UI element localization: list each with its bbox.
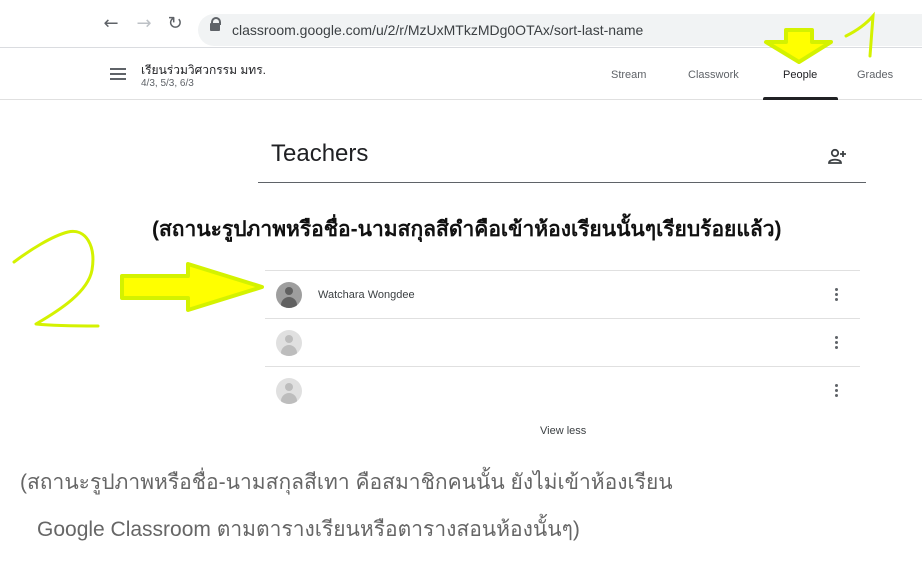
tab-stream[interactable]: Stream — [611, 69, 646, 81]
address-bar[interactable]: classroom.google.com/u/2/r/MzUxMTkzMDg0O… — [198, 14, 922, 46]
address-bar-url[interactable]: classroom.google.com/u/2/r/MzUxMTkzMDg0O… — [232, 22, 643, 38]
handwritten-marker-2 — [12, 230, 100, 328]
section-divider — [258, 182, 866, 183]
avatar — [276, 330, 302, 356]
right-arrow-annotation — [120, 262, 264, 312]
reload-icon[interactable]: ↻ — [165, 14, 185, 34]
class-section: 4/3, 5/3, 6/3 — [141, 78, 194, 89]
tab-classwork[interactable]: Classwork — [688, 69, 739, 81]
status-note-gray-line2: Google Classroom ตามตารางเรียนหรือตารางส… — [37, 518, 580, 541]
teacher-row[interactable] — [265, 366, 860, 414]
avatar — [276, 378, 302, 404]
hamburger-menu-icon[interactable] — [110, 68, 126, 80]
view-less-link[interactable]: View less — [540, 425, 586, 437]
tab-people[interactable]: People — [783, 69, 817, 81]
teacher-row[interactable]: Watchara Wongdee — [265, 270, 860, 318]
classroom-header: เรียนร่วมวิศวกรรม มทร. 4/3, 5/3, 6/3 Str… — [0, 49, 922, 100]
more-vert-icon[interactable] — [835, 384, 839, 398]
more-vert-icon[interactable] — [835, 336, 839, 350]
teacher-row[interactable] — [265, 318, 860, 366]
status-note-black: (สถานะรูปภาพหรือชื่อ-นามสกุลสีดำคือเข้าห… — [152, 218, 782, 241]
browser-toolbar: ← → ↻ classroom.google.com/u/2/r/MzUxMTk… — [0, 0, 922, 48]
active-tab-indicator — [763, 97, 838, 100]
more-vert-icon[interactable] — [835, 288, 839, 302]
arrow-left-icon[interactable]: ← — [101, 14, 121, 34]
arrow-right-icon[interactable]: → — [134, 14, 154, 34]
status-note-gray-line1: (สถานะรูปภาพหรือชื่อ-นามสกุลสีเทา คือสมา… — [20, 471, 673, 494]
lock-icon — [210, 17, 221, 31]
teachers-heading: Teachers — [271, 140, 369, 167]
add-person-icon[interactable] — [826, 146, 848, 166]
avatar — [276, 282, 302, 308]
teacher-name: Watchara Wongdee — [318, 289, 415, 301]
tab-grades[interactable]: Grades — [857, 69, 893, 81]
